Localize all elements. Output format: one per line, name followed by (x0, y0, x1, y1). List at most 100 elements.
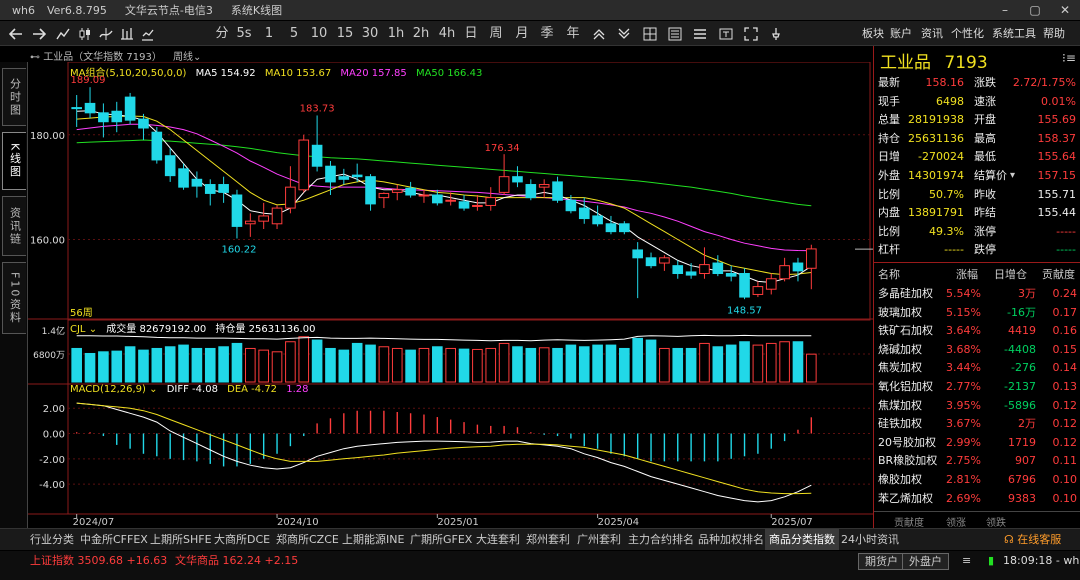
period-15[interactable]: 15 (335, 21, 355, 46)
period-5s[interactable]: 5s (234, 21, 254, 46)
zoom-in-icon[interactable] (590, 21, 608, 46)
period-4h[interactable]: 4h (437, 21, 457, 46)
close-button[interactable]: ✕ (1050, 0, 1080, 20)
menu-icon[interactable] (691, 21, 709, 46)
period-1h[interactable]: 1h (386, 21, 406, 46)
app-version: Ver6.8.795 (46, 3, 107, 17)
sector-row[interactable]: BR橡胶加权 2.75% 907 0.11 (874, 452, 1080, 471)
tab-guangzhou-arb[interactable]: 广州套利 (577, 529, 621, 550)
period-month[interactable]: 月 (513, 21, 531, 46)
settle-dropdown-icon[interactable]: ▾ (1010, 167, 1015, 185)
tab-kline[interactable]: K线图 (2, 132, 26, 190)
period-1[interactable]: 1 (262, 21, 276, 46)
col-change[interactable]: 涨幅 (956, 266, 978, 285)
quote-value: 2.72/1.75% (1012, 76, 1076, 89)
tab-main-contract-rank[interactable]: 主力合约排名 (628, 529, 694, 550)
fullscreen-icon[interactable] (742, 21, 760, 46)
sector-row[interactable]: 玻璃加权 5.15% -16万 0.17 (874, 304, 1080, 323)
sector-row[interactable]: 焦炭加权 3.44% -276 0.14 (874, 359, 1080, 378)
tab-dce[interactable]: 大商所DCE (214, 529, 270, 550)
volume-bar (765, 342, 777, 383)
tab-news-chain[interactable]: 资讯链 (2, 196, 26, 256)
sector-row[interactable]: 多晶硅加权 5.54% 3万 0.24 (874, 285, 1080, 304)
wh-commodity-index[interactable]: 文华商品 162.24 +2.15 (175, 551, 298, 571)
tab-shfe[interactable]: 上期所SHFE (150, 529, 212, 550)
sector-row[interactable]: 氧化铝加权 2.77% -2137 0.13 (874, 378, 1080, 397)
server-name: 文华云节点-电信3 (124, 4, 213, 17)
tab-gainers[interactable]: 领涨 (946, 514, 966, 529)
candle-body (619, 223, 630, 233)
maximize-button[interactable]: ▢ (1020, 0, 1050, 20)
menu-icon[interactable]: ≡ (962, 551, 971, 571)
text-icon[interactable] (717, 21, 735, 46)
sector-row[interactable]: 烧碱加权 3.68% -4408 0.15 (874, 341, 1080, 360)
candlestick-icon[interactable] (76, 21, 94, 46)
minimize-button[interactable]: – (990, 0, 1020, 20)
tab-gfex[interactable]: 广期所GFEX (410, 529, 472, 550)
sector-row[interactable]: 焦煤加权 3.95% -5896 0.12 (874, 397, 1080, 416)
futures-account-button[interactable]: 期货户 (858, 553, 905, 570)
period-quarter[interactable]: 季 (538, 21, 556, 46)
sector-name: 苯乙烯加权 (878, 491, 933, 505)
quote-value: 157.15 (1037, 169, 1077, 182)
period-year[interactable]: 年 (564, 21, 582, 46)
trend-icon[interactable] (97, 21, 115, 46)
pin-icon[interactable] (767, 21, 785, 46)
foreign-account-button[interactable]: 外盘户 (902, 553, 949, 570)
tab-weighted-rank[interactable]: 品种加权排名 (698, 529, 764, 550)
period-5[interactable]: 5 (287, 21, 301, 46)
quote-panel: 工业品 7193 ⁝≡ 最新 158.16 涨跌 2.72/1.75% 现手 6498 速涨… (873, 46, 1080, 530)
tab-cffex[interactable]: 中金所CFFEX (80, 529, 148, 550)
period-2h[interactable]: 2h (411, 21, 431, 46)
forward-arrow-icon[interactable] (29, 21, 49, 46)
sector-row[interactable]: 橡胶加权 2.81% 6796 0.10 (874, 471, 1080, 490)
sector-row[interactable]: 硅铁加权 3.67% 2万 0.12 (874, 415, 1080, 434)
tick-icon[interactable] (118, 21, 136, 46)
col-contribution[interactable]: 贡献度 (1042, 266, 1075, 285)
tab-industry[interactable]: 行业分类 (30, 529, 74, 550)
back-arrow-icon[interactable] (6, 21, 26, 46)
tab-ine[interactable]: 上期能源INE (342, 529, 404, 550)
tab-dalian-arb[interactable]: 大连套利 (476, 529, 520, 550)
line-chart-icon[interactable] (54, 21, 72, 46)
sector-oi-change: 3万 (1018, 287, 1036, 300)
sh-index[interactable]: 上证指数 3509.68 +16.63 (30, 551, 167, 571)
col-name[interactable]: 名称 (878, 266, 900, 285)
menu-system-tools[interactable]: 系统工具 (992, 21, 1036, 46)
candle-body (699, 264, 710, 275)
col-oi-change[interactable]: 日增仓 (994, 266, 1027, 285)
period-10[interactable]: 10 (309, 21, 329, 46)
sector-row[interactable]: 铁矿石加权 3.64% 4419 0.16 (874, 322, 1080, 341)
menu-news[interactable]: 资讯 (921, 21, 943, 46)
list-icon[interactable] (666, 21, 684, 46)
grid-icon[interactable] (641, 21, 659, 46)
menu-help[interactable]: 帮助 (1043, 21, 1065, 46)
candle-body (565, 199, 577, 212)
kline-chart[interactable]: 180.00 160.00 2.00 0.00 -2.00 -4.00 1.4亿 6800万 2… (28, 62, 873, 528)
sector-change: 3.95% (946, 398, 981, 412)
menu-sector[interactable]: 板块 (862, 21, 884, 46)
period-week[interactable]: 周 (487, 21, 505, 46)
tab-f10[interactable]: F10资料 (2, 262, 26, 334)
period-30[interactable]: 30 (360, 21, 380, 46)
menu-account[interactable]: 账户 (890, 21, 912, 46)
period-day[interactable]: 日 (462, 21, 480, 46)
tab-zhengzhou-arb[interactable]: 郑州套利 (526, 529, 570, 550)
sector-oi-change: -5896 (1004, 398, 1036, 412)
sector-change: 3.64% (946, 324, 981, 338)
tab-commodity-index[interactable]: 商品分类指数 (765, 529, 839, 550)
sort-icon[interactable]: ⁝≡ (1062, 51, 1076, 65)
zoom-out-icon[interactable] (615, 21, 633, 46)
sector-row[interactable]: 20号胶加权 2.99% 1719 0.12 (874, 434, 1080, 453)
tab-czce[interactable]: 郑商所CZCE (276, 529, 339, 550)
sector-row[interactable]: 苯乙烯加权 2.69% 9383 0.10 (874, 490, 1080, 509)
quote-value: 13891791 (908, 206, 964, 220)
online-service-button[interactable]: ☊ 在线客服 (1004, 529, 1061, 550)
tab-time-sharing[interactable]: 分时图 (2, 68, 26, 126)
menu-personalize[interactable]: 个性化 (951, 21, 984, 46)
tab-24h-news[interactable]: 24小时资讯 (841, 529, 899, 550)
period-fen[interactable]: 分 (213, 21, 231, 46)
bar-icon[interactable] (138, 21, 156, 46)
tab-contribution[interactable]: 贡献度 (894, 514, 924, 529)
tab-losers[interactable]: 领跌 (986, 514, 1006, 529)
